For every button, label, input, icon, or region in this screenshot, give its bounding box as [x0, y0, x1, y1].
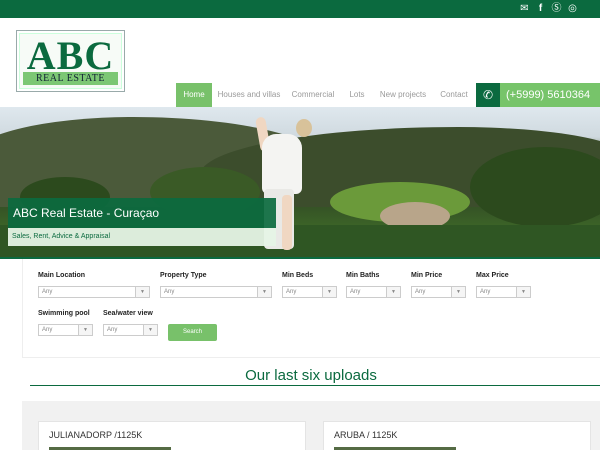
chevron-down-icon: ▼	[386, 287, 400, 297]
site-logo[interactable]: ABC REAL ESTATE	[16, 30, 125, 92]
property-type-value: Any	[164, 289, 175, 295]
nav-new-projects[interactable]: New projects	[377, 83, 429, 107]
nav-houses-and-villas[interactable]: Houses and villas	[216, 83, 282, 107]
phone-contact[interactable]: ✆ (+5999) 5610364	[476, 83, 600, 107]
swimming-pool-select[interactable]: Any ▼	[38, 324, 93, 336]
main-location-label: Main Location	[38, 272, 86, 279]
min-price-label: Min Price	[411, 272, 443, 279]
hero-subtitle: Sales, Rent, Advice & Appraisal	[8, 228, 276, 246]
hero-title: ABC Real Estate - Curaçao	[8, 198, 276, 228]
listing-card-title[interactable]: ARUBA / 1125K	[334, 430, 397, 440]
top-bar: ✉ f Ⓢ ◎	[0, 0, 600, 18]
sea-view-label: Sea/water view	[103, 310, 153, 317]
main-location-select[interactable]: Any ▼	[38, 286, 150, 298]
chevron-down-icon: ▼	[322, 287, 336, 297]
listing-card[interactable]: JULIANADORP /1125K	[38, 421, 306, 450]
logo-sub-text: REAL ESTATE	[23, 72, 118, 85]
hero-bush	[470, 147, 600, 227]
uploads-divider	[30, 385, 600, 386]
phone-number: (+5999) 5610364	[506, 89, 591, 101]
phone-icon: ✆	[476, 83, 500, 107]
min-beds-value: Any	[286, 289, 297, 295]
min-beds-select[interactable]: Any ▼	[282, 286, 337, 298]
golfer-body	[262, 134, 302, 194]
nav-contact[interactable]: Contact	[436, 83, 472, 107]
logo-main-text: ABC	[26, 33, 115, 78]
max-price-label: Max Price	[476, 272, 509, 279]
sea-view-select[interactable]: Any ▼	[103, 324, 158, 336]
sea-view-value: Any	[107, 327, 118, 333]
golfer-leg	[282, 195, 292, 250]
chevron-down-icon: ▼	[78, 325, 92, 335]
min-baths-label: Min Baths	[346, 272, 380, 279]
chevron-down-icon: ▼	[257, 287, 271, 297]
min-price-value: Any	[415, 289, 426, 295]
whatsapp-icon[interactable]: ◎	[567, 3, 578, 15]
chevron-down-icon: ▼	[451, 287, 465, 297]
facebook-icon[interactable]: f	[535, 3, 546, 15]
nav-commercial[interactable]: Commercial	[289, 83, 337, 107]
skype-icon[interactable]: Ⓢ	[551, 3, 562, 15]
chevron-down-icon: ▼	[143, 325, 157, 335]
listing-card[interactable]: ARUBA / 1125K	[323, 421, 591, 450]
min-price-select[interactable]: Any ▼	[411, 286, 466, 298]
max-price-select[interactable]: Any ▼	[476, 286, 531, 298]
swimming-pool-value: Any	[42, 327, 53, 333]
logo-frame: ABC REAL ESTATE	[19, 33, 122, 89]
max-price-value: Any	[480, 289, 491, 295]
nav-home[interactable]: Home	[176, 83, 212, 107]
mail-icon[interactable]: ✉	[519, 3, 530, 15]
nav-lots[interactable]: Lots	[344, 83, 370, 107]
property-type-label: Property Type	[160, 272, 207, 279]
chevron-down-icon: ▼	[516, 287, 530, 297]
min-beds-label: Min Beds	[282, 272, 314, 279]
search-button[interactable]: Search	[168, 324, 217, 341]
min-baths-value: Any	[350, 289, 361, 295]
min-baths-select[interactable]: Any ▼	[346, 286, 401, 298]
social-links: ✉ f Ⓢ ◎	[519, 3, 578, 15]
listing-card-title[interactable]: JULIANADORP /1125K	[49, 430, 142, 440]
swimming-pool-label: Swimming pool	[38, 310, 90, 317]
main-location-value: Any	[42, 289, 53, 295]
golfer-head	[296, 119, 312, 137]
property-type-select[interactable]: Any ▼	[160, 286, 272, 298]
uploads-title: Our last six uploads	[245, 367, 377, 384]
chevron-down-icon: ▼	[135, 287, 149, 297]
